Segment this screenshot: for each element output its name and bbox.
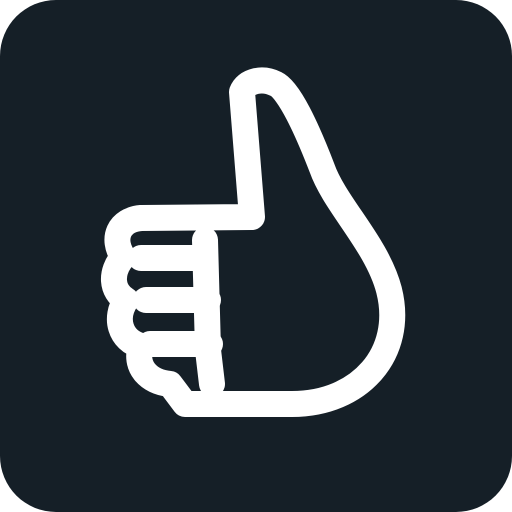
app-icon-graphic [0, 0, 512, 512]
app-icon[interactable] [0, 0, 512, 512]
finger-edge [192, 227, 225, 397]
